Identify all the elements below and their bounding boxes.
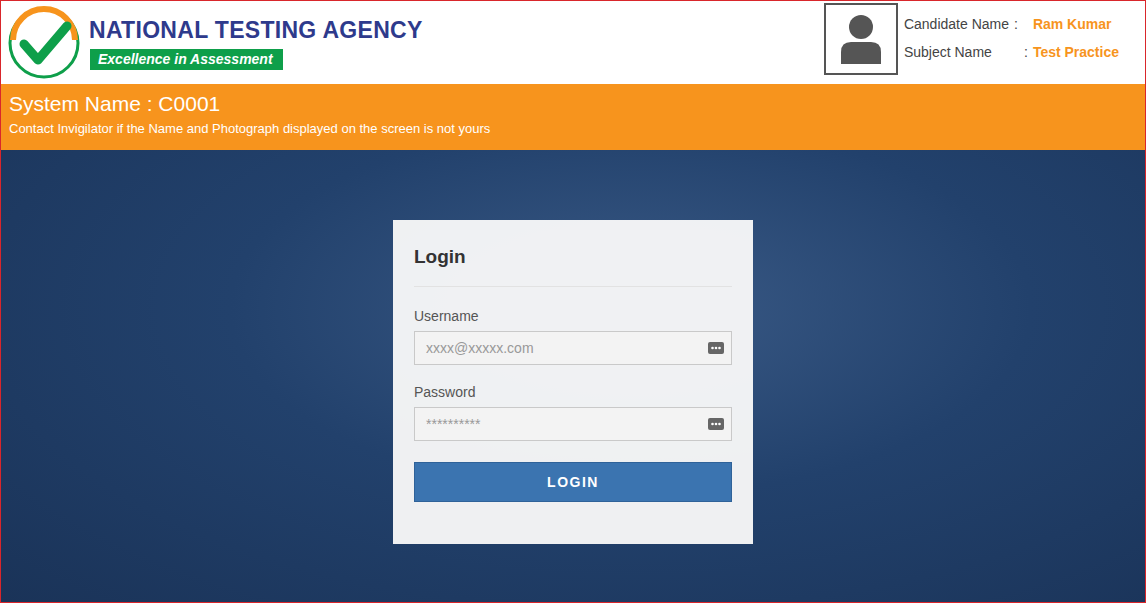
invigilator-notice: Contact Invigilator if the Name and Phot… (9, 121, 1137, 136)
password-manager-icon[interactable] (708, 342, 724, 354)
field-label: Username (414, 308, 732, 324)
brand-tagline: Excellence in Assessment (90, 49, 283, 70)
brand-title: NATIONAL TESTING AGENCY (89, 17, 423, 44)
system-name: System Name : C0001 (9, 92, 1137, 116)
header: NATIONAL TESTING AGENCY Excellence in Ass… (1, 1, 1145, 84)
password-input[interactable] (414, 407, 732, 441)
exam-login-page: NATIONAL TESTING AGENCY Excellence in Ass… (0, 0, 1146, 603)
login-card: Login Username Password LOGIN (393, 220, 753, 544)
nta-logo-icon (7, 6, 81, 80)
username-input[interactable] (414, 331, 732, 365)
candidate-field-label: Candidate Name (904, 16, 1009, 32)
input-wrapper (414, 407, 732, 441)
candidate-field-label: Subject Name (904, 44, 1009, 60)
candidate-field-value: Ram Kumar (1033, 16, 1119, 32)
login-button[interactable]: LOGIN (414, 462, 732, 502)
candidate-info: Candidate Name: Ram Kumar Subject Name: Tes… (824, 10, 1119, 75)
candidate-field-separator: : (1014, 16, 1028, 32)
field-label: Password (414, 384, 732, 400)
login-field: Username (414, 308, 732, 365)
candidate-field-separator: : (1014, 44, 1028, 60)
login-field: Password (414, 384, 732, 441)
system-banner: System Name : C0001 Contact Invigilator i… (1, 84, 1145, 150)
user-avatar-icon (839, 14, 883, 64)
password-manager-icon[interactable] (708, 418, 724, 430)
candidate-photo (824, 3, 898, 75)
brand-text: NATIONAL TESTING AGENCY Excellence in Ass… (89, 15, 423, 70)
brand: NATIONAL TESTING AGENCY Excellence in Ass… (7, 6, 423, 80)
login-title: Login (414, 246, 732, 287)
background-area: Login Username Password LOGIN (1, 150, 1145, 602)
input-wrapper (414, 331, 732, 365)
candidate-field-value: Test Practice (1033, 44, 1119, 60)
candidate-fields: Candidate Name: Ram Kumar Subject Name: Tes… (904, 16, 1119, 60)
